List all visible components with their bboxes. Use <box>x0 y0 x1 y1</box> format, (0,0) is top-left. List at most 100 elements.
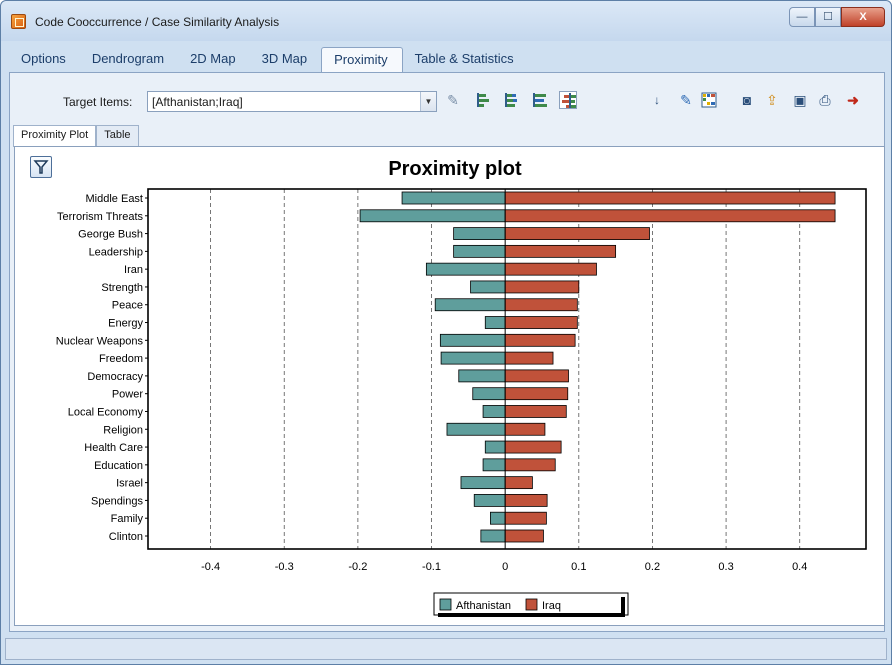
category-label: Spendings <box>91 495 143 507</box>
proximity-chart-icon[interactable] <box>559 91 577 109</box>
target-items-combo[interactable]: ▼ <box>147 91 437 112</box>
bar-iraq <box>504 458 556 472</box>
legend-swatch-afghanistan <box>439 598 452 611</box>
bar-afghanistan <box>458 369 506 383</box>
bar-chart-grouped-icon[interactable] <box>531 91 549 109</box>
x-tick-label: 0.4 <box>792 561 807 573</box>
legend-label-iraq: Iraq <box>542 600 561 612</box>
bar-afghanistan <box>480 529 506 543</box>
chevron-down-icon[interactable]: ▼ <box>420 92 436 111</box>
tab-table[interactable]: Table <box>96 125 139 146</box>
category-label: Strength <box>101 282 143 294</box>
category-label: Religion <box>103 424 143 436</box>
bar-afghanistan <box>490 511 506 525</box>
bar-iraq <box>504 476 533 490</box>
tab-proximity[interactable]: Proximity <box>321 47 403 73</box>
x-tick-label: -0.1 <box>422 561 441 573</box>
proximity-chart: Proximity plot Middle East Terrorism Thre… <box>56 158 867 617</box>
close-button[interactable]: X <box>841 7 885 27</box>
target-items-label: Target Items: <box>63 95 133 109</box>
bar-iraq <box>504 494 548 507</box>
filter-button[interactable] <box>30 156 52 178</box>
save-icon[interactable]: ▣ <box>791 91 809 109</box>
x-tick-label: 0 <box>502 561 508 573</box>
sort-icon[interactable]: ↓ <box>648 91 666 109</box>
chart-legend: Afthanistan Iraq <box>433 592 629 617</box>
target-items-input[interactable] <box>152 94 412 110</box>
tab-2d-map[interactable]: 2D Map <box>178 47 250 73</box>
bar-iraq <box>504 511 547 525</box>
grid-icon[interactable] <box>700 91 718 109</box>
export-icon[interactable]: ⇪ <box>763 91 781 109</box>
bar-iraq <box>504 529 544 543</box>
bar-afghanistan <box>453 227 506 240</box>
category-label: Nuclear Weapons <box>56 335 144 347</box>
bar-afghanistan <box>484 316 506 329</box>
bar-afghanistan <box>439 333 506 347</box>
camera-icon[interactable]: ◙ <box>738 91 756 109</box>
bar-afghanistan <box>460 476 506 490</box>
chart-settings-icon[interactable]: ✎ <box>677 91 695 109</box>
title-bar[interactable]: Code Cooccurrence / Case Similarity Anal… <box>1 1 891 41</box>
tab-table-statistics[interactable]: Table & Statistics <box>403 47 528 73</box>
legend-label-afghanistan: Afthanistan <box>456 600 511 612</box>
x-tick-label: 0.2 <box>645 561 660 573</box>
category-label: Health Care <box>84 442 143 454</box>
x-tick-label: -0.2 <box>348 561 367 573</box>
tab-dendrogram[interactable]: Dendrogram <box>80 47 178 73</box>
status-bar <box>5 638 887 660</box>
bar-afghanistan <box>482 405 506 418</box>
category-label: Peace <box>112 300 143 312</box>
category-label: Middle East <box>86 193 143 205</box>
eraser-icon[interactable]: ✎ <box>444 91 462 109</box>
bar-afghanistan <box>473 494 506 507</box>
bar-iraq <box>504 405 567 418</box>
bar-chart-stacked-icon[interactable] <box>503 91 521 109</box>
exit-icon[interactable]: ➜ <box>844 91 862 109</box>
category-label: Iran <box>124 264 143 276</box>
x-tick-label: 0.3 <box>718 561 733 573</box>
minimize-button[interactable]: — <box>789 7 815 27</box>
print-icon[interactable]: ⎙ <box>816 91 834 109</box>
bar-afghanistan <box>470 280 506 294</box>
toolbar: Target Items: ▼ ✎ ↓ ✎ ◙ <box>10 73 884 119</box>
bar-afghanistan <box>359 209 506 223</box>
proximity-plot-panel: Proximity plot Middle East Terrorism Thre… <box>14 146 885 626</box>
category-label: Family <box>111 513 144 525</box>
x-tick-label: -0.4 <box>201 561 220 573</box>
bar-iraq <box>504 387 569 401</box>
bar-iraq <box>504 333 576 347</box>
category-label: Freedom <box>99 353 143 365</box>
window-title: Code Cooccurrence / Case Similarity Anal… <box>35 15 280 29</box>
window-controls: — ☐ X <box>789 7 885 27</box>
bar-afghanistan <box>484 440 506 454</box>
category-label: Israel <box>116 478 143 490</box>
category-label: Democracy <box>87 371 143 383</box>
main-tab-bar: Options Dendrogram 2D Map 3D Map Proximi… <box>9 47 528 75</box>
tab-options[interactable]: Options <box>9 47 80 73</box>
category-label: Clinton <box>109 531 143 543</box>
bar-afghanistan <box>434 298 506 312</box>
tab-3d-map[interactable]: 3D Map <box>250 47 322 73</box>
bar-iraq <box>504 227 650 240</box>
bar-afghanistan <box>453 244 506 258</box>
category-label: Leadership <box>89 246 143 258</box>
bar-afghanistan <box>440 351 506 365</box>
bar-iraq <box>504 316 578 329</box>
bar-chart-left-icon[interactable] <box>475 91 493 109</box>
bar-iraq <box>504 422 546 436</box>
category-label: Education <box>94 460 143 472</box>
chart-title: Proximity plot <box>388 158 522 180</box>
bar-iraq <box>504 351 554 365</box>
tab-proximity-plot[interactable]: Proximity Plot <box>13 125 97 147</box>
category-label: Local Economy <box>68 406 144 418</box>
bar-afghanistan <box>425 262 506 276</box>
x-tick-label: -0.3 <box>275 561 294 573</box>
bar-iraq <box>504 244 617 258</box>
category-label: George Bush <box>78 229 143 241</box>
maximize-button[interactable]: ☐ <box>815 7 841 27</box>
bar-iraq <box>504 280 580 294</box>
category-label: Power <box>112 389 144 401</box>
app-icon <box>11 14 26 29</box>
legend-shadow-bottom <box>438 613 625 617</box>
